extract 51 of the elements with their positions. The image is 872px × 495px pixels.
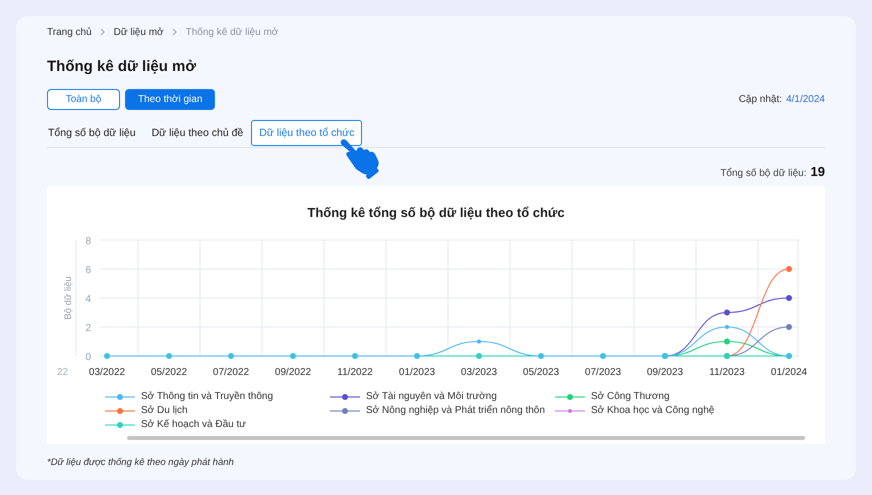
legend-label[interactable]: Sở Thông tin và Truyền thông [141,391,274,402]
tab[interactable]: Tổng số bộ dữ liệu [47,120,144,146]
total-label: Tổng số bộ dữ liệu: [720,168,807,179]
y-tick-label: 4 [85,294,91,305]
chevron-icon [172,28,178,36]
x-tick-label: 11/2022 [337,367,373,378]
point [725,325,729,329]
page-title: Thống kê dữ liệu mở [47,58,198,75]
x-tick-label: 11/2023 [709,367,745,378]
y-tick-label: 6 [85,265,91,276]
tab[interactable]: Dữ liệu theo chủ đề [144,120,252,146]
x-tick-label: 01/2024 [770,367,808,378]
point [724,338,730,344]
y-tick-label: 2 [85,323,91,334]
legend-label[interactable]: Sở Du lịch [141,405,188,416]
x-tick-label: 22 [57,367,68,378]
view-button[interactable]: Theo thời gian [125,89,216,110]
legend-label[interactable]: Sở Khoa học và Công nghệ [591,405,714,416]
x-tick-label: 09/2022 [274,367,312,378]
point [786,266,792,272]
point [477,340,481,344]
footnote: *Dữ liệu được thống kê theo ngày phát hành [47,457,235,468]
x-tick-label: 09/2023 [646,367,684,378]
x-tick-label: 01/2023 [398,367,436,378]
tab[interactable]: Dữ liệu theo tổ chức [251,120,362,146]
chart-title: Thống kê tổng số bộ dữ liệu theo tổ chức [306,204,566,222]
total-count: 19 [810,164,825,179]
legend-label[interactable]: Sở Tài nguyên và Môi trường [366,391,497,402]
x-tick-label: 05/2023 [522,367,560,378]
y-tick-label: 8 [85,236,91,247]
x-tick-label: 03/2023 [460,367,498,378]
x-tick-label: 05/2022 [150,367,188,378]
x-tick-label: 07/2023 [584,367,622,378]
point [786,295,792,301]
y-tick-label: 0 [85,352,91,363]
legend-label[interactable]: Sở Nông nghiệp và Phát triển nông thôn [366,405,545,416]
updated-label: Cập nhật: [738,94,782,105]
legend-label[interactable]: Sở Công Thương [591,391,670,402]
point [724,310,730,316]
scrollbar[interactable] [127,436,805,440]
legend-label[interactable]: Sở Kế hoạch và Đầu tư [141,419,246,430]
y-axis-title: Bộ dữ liệu [63,276,74,320]
x-tick-label: 07/2022 [212,367,250,378]
point [476,353,482,359]
x-tick-label: 03/2022 [88,367,126,378]
chevron-icon [100,28,106,36]
breadcrumb-link[interactable]: Dữ liệu mở [114,26,164,38]
breadcrumb-link[interactable]: Trang chủ [47,26,92,38]
view-button[interactable]: Toàn bộ [47,89,120,110]
updated-date: 4/1/2024 [786,94,825,105]
point [786,324,792,330]
